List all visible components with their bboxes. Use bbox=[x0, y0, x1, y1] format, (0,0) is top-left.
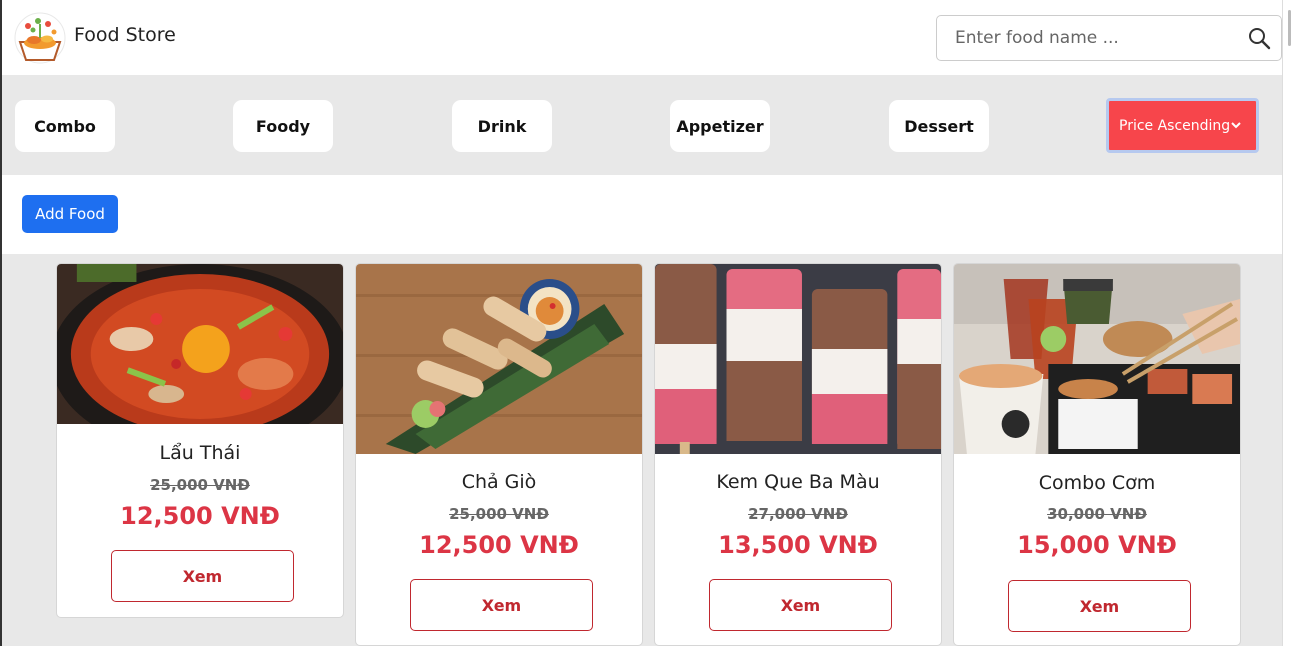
view-product-button[interactable]: Xem bbox=[1008, 580, 1191, 632]
sort-select-label: Price Ascending bbox=[1119, 117, 1231, 134]
product-image[interactable] bbox=[954, 264, 1240, 454]
food-basket-logo-icon[interactable] bbox=[14, 12, 66, 64]
sort-select[interactable]: Price Ascending bbox=[1106, 98, 1259, 153]
scrollbar-thumb[interactable] bbox=[1288, 10, 1291, 46]
search-box[interactable]: Enter food name ... bbox=[936, 15, 1282, 61]
product-name: Kem Que Ba Màu bbox=[716, 471, 880, 493]
product-card[interactable]: Chả Giò 25,000 VNĐ 12,500 VNĐ Xem bbox=[355, 263, 643, 646]
product-image[interactable] bbox=[356, 264, 642, 454]
category-drink-button[interactable]: Drink bbox=[452, 100, 552, 152]
scrollbar-track[interactable] bbox=[1282, 0, 1292, 646]
add-food-button[interactable]: Add Food bbox=[22, 195, 118, 233]
search-icon[interactable] bbox=[1247, 26, 1271, 50]
product-card[interactable]: Lẩu Thái 25,000 VNĐ 12,500 VNĐ Xem bbox=[56, 263, 344, 618]
brand-name[interactable]: Food Store bbox=[74, 24, 176, 46]
product-old-price: 30,000 VNĐ bbox=[1047, 505, 1147, 523]
product-image[interactable] bbox=[57, 264, 343, 424]
chevron-down-icon bbox=[1230, 119, 1242, 131]
admin-toolbar: Add Food bbox=[2, 175, 1282, 254]
product-image[interactable] bbox=[655, 264, 941, 454]
category-bar: Combo Foody Drink Appetizer Dessert Pric… bbox=[2, 75, 1282, 175]
product-old-price: 25,000 VNĐ bbox=[449, 505, 549, 523]
category-dessert-button[interactable]: Dessert bbox=[889, 100, 989, 152]
product-old-price: 25,000 VNĐ bbox=[150, 476, 250, 494]
product-price: 12,500 VNĐ bbox=[120, 502, 280, 530]
product-name: Combo Cơm bbox=[1038, 472, 1156, 494]
view-product-button[interactable]: Xem bbox=[111, 550, 294, 602]
product-card[interactable]: Combo Cơm 30,000 VNĐ 15,000 VNĐ Xem bbox=[953, 263, 1241, 646]
product-price: 13,500 VNĐ bbox=[718, 531, 878, 559]
search-input[interactable]: Enter food name ... bbox=[955, 28, 1119, 48]
top-navbar: Food Store Enter food name ... bbox=[2, 0, 1282, 75]
product-card[interactable]: Kem Que Ba Màu 27,000 VNĐ 13,500 VNĐ Xem bbox=[654, 263, 942, 646]
product-name: Lẩu Thái bbox=[159, 442, 241, 464]
category-appetizer-button[interactable]: Appetizer bbox=[670, 100, 770, 152]
product-grid: Lẩu Thái 25,000 VNĐ 12,500 VNĐ Xem Chả G… bbox=[2, 254, 1282, 646]
product-name: Chả Giò bbox=[461, 471, 537, 493]
category-foody-button[interactable]: Foody bbox=[233, 100, 333, 152]
category-combo-button[interactable]: Combo bbox=[15, 100, 115, 152]
product-price: 15,000 VNĐ bbox=[1017, 531, 1177, 559]
view-product-button[interactable]: Xem bbox=[410, 579, 593, 631]
view-product-button[interactable]: Xem bbox=[709, 579, 892, 631]
product-price: 12,500 VNĐ bbox=[419, 531, 579, 559]
product-old-price: 27,000 VNĐ bbox=[748, 505, 848, 523]
